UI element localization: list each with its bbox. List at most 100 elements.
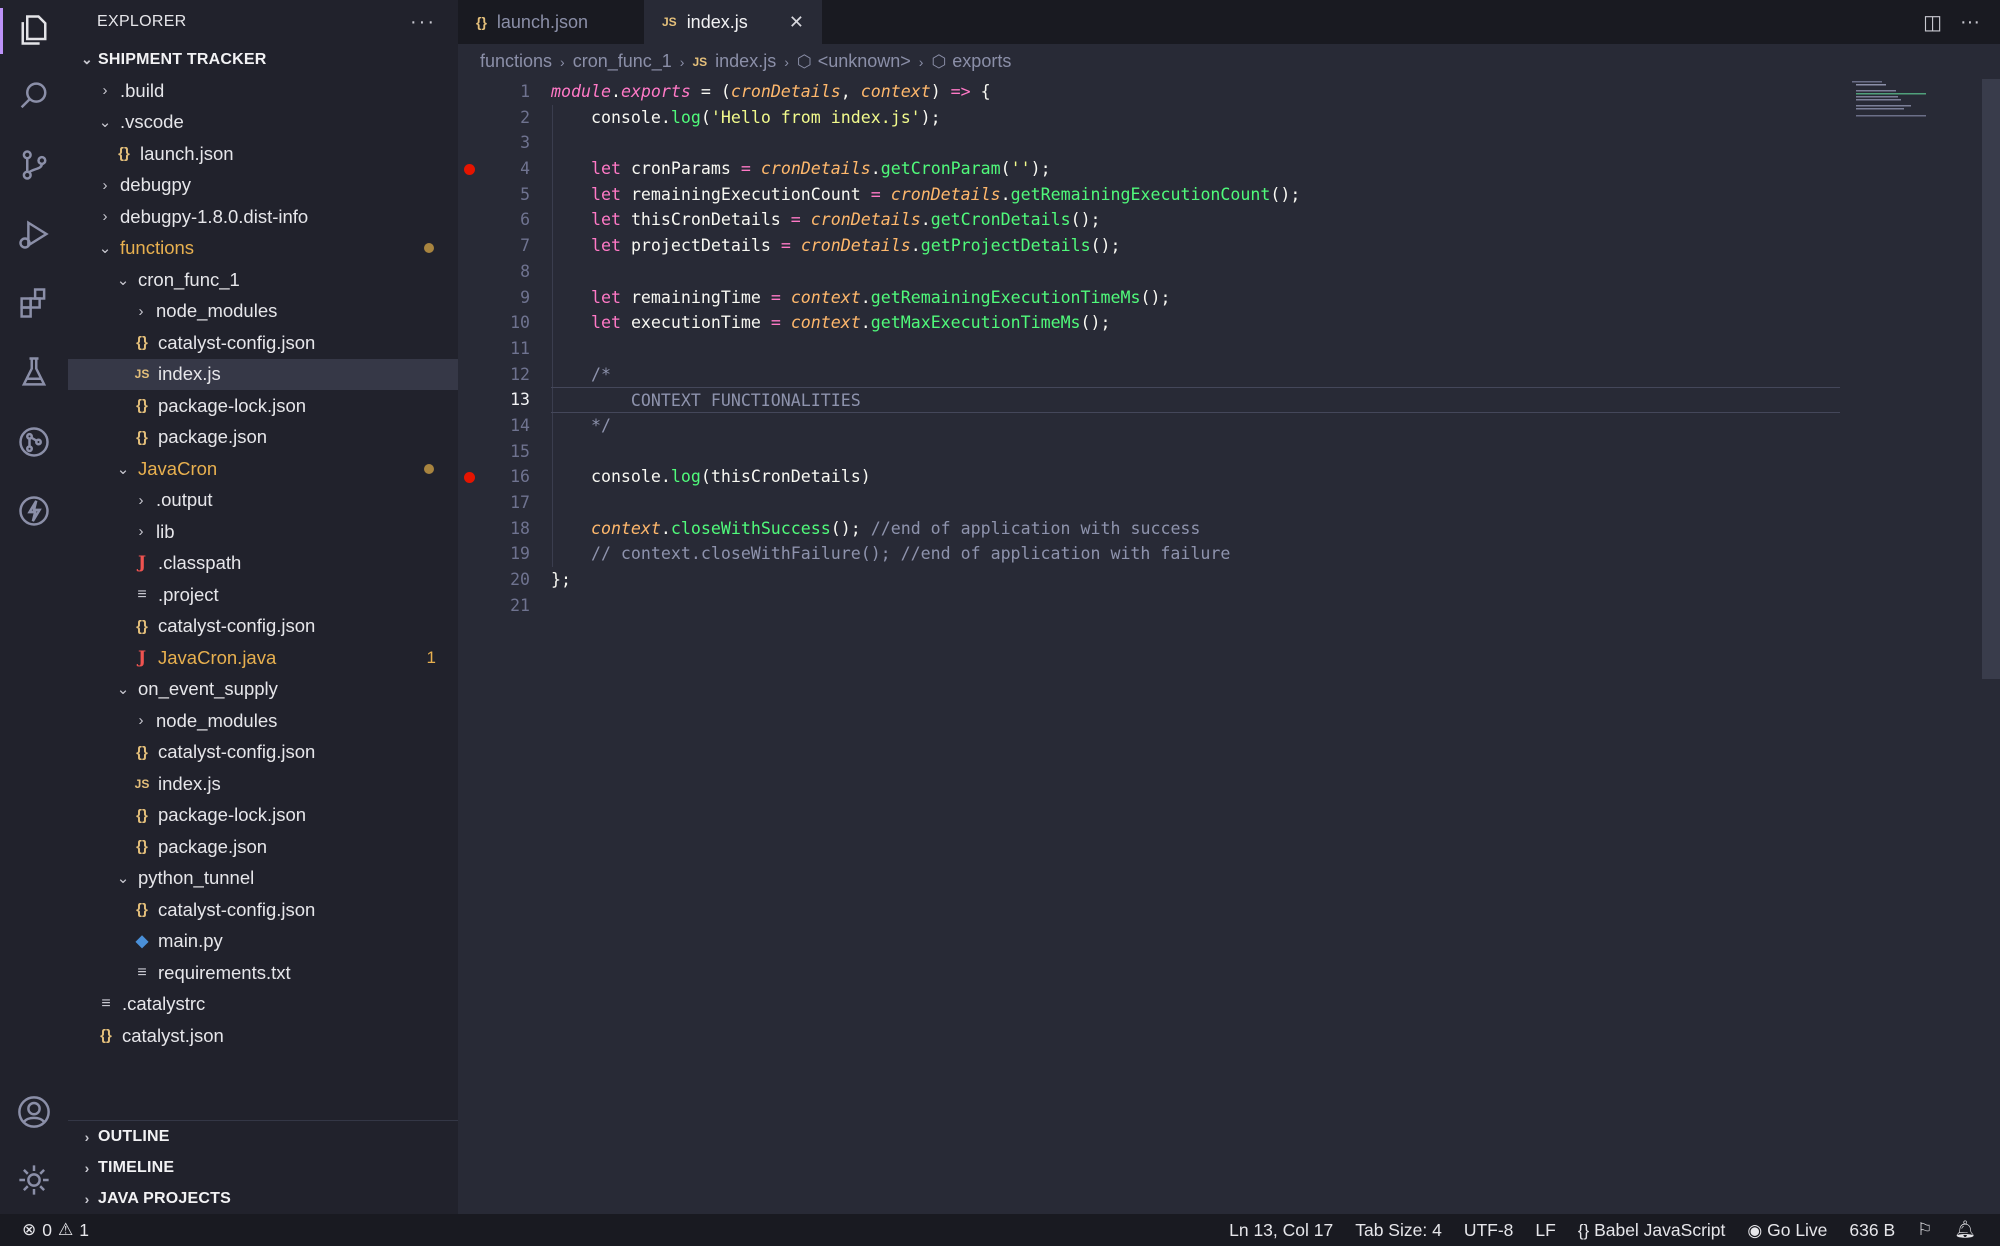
code-line[interactable]: */ xyxy=(551,412,1840,439)
file-item[interactable]: ≡ .catalystrc xyxy=(68,989,458,1021)
folder-item[interactable]: ⌄ .vscode xyxy=(68,107,458,139)
settings-gear-icon[interactable] xyxy=(14,1160,54,1200)
tab-launch-json[interactable]: {} launch.json xyxy=(458,0,644,44)
code-line[interactable] xyxy=(551,438,1840,465)
minimap[interactable] xyxy=(1850,79,1940,119)
file-item[interactable]: ≡ .project xyxy=(68,579,458,611)
code-line[interactable]: // context.closeWithFailure(); //end of … xyxy=(551,541,1840,568)
code-line[interactable]: context.closeWithSuccess(); //end of app… xyxy=(551,515,1840,542)
end-of-line[interactable]: LF xyxy=(1535,1220,1555,1241)
line-number[interactable]: 18 xyxy=(458,516,554,542)
code-area[interactable]: module.exports = (cronDetails, context) … xyxy=(551,79,1840,618)
code-line[interactable]: let projectDetails = cronDetails.getProj… xyxy=(551,233,1840,259)
feedback-icon[interactable]: ⚐ xyxy=(1917,1220,1932,1240)
folder-item[interactable]: › debugpy-1.8.0.dist-info xyxy=(68,201,458,233)
cursor-position[interactable]: Ln 13, Col 17 xyxy=(1229,1220,1333,1241)
code-line[interactable] xyxy=(551,593,1840,619)
tab-size[interactable]: Tab Size: 4 xyxy=(1355,1220,1442,1241)
folder-item[interactable]: › .output xyxy=(68,485,458,517)
file-item[interactable]: {} catalyst-config.json xyxy=(68,737,458,769)
code-editor[interactable]: 1 2 3 4 5 6 7 8 9 10 11 12 13 14 15 16 17 18 19 20 21 module… xyxy=(458,79,2000,1214)
folder-item[interactable]: ⌄ on_event_supply xyxy=(68,674,458,706)
line-number[interactable]: 21 xyxy=(458,593,554,619)
line-number-gutter[interactable]: 1 2 3 4 5 6 7 8 9 10 11 12 13 14 15 16 17 18 19 20 21 xyxy=(458,79,554,618)
search-icon[interactable] xyxy=(14,76,54,116)
collapsed-section-header[interactable]: › OUTLINE xyxy=(68,1121,458,1152)
file-item[interactable]: {} catalyst-config.json xyxy=(68,894,458,926)
git-graph-icon[interactable] xyxy=(14,422,54,462)
line-number[interactable]: 10 xyxy=(458,310,554,336)
close-icon[interactable]: ✕ xyxy=(789,12,804,33)
explorer-icon[interactable] xyxy=(14,10,54,50)
folder-item[interactable]: › node_modules xyxy=(68,705,458,737)
run-debug-icon[interactable] xyxy=(14,214,54,254)
file-item[interactable]: ◆ main.py xyxy=(68,926,458,958)
line-number[interactable]: 17 xyxy=(458,490,554,516)
line-number[interactable]: 5 xyxy=(458,182,554,208)
split-editor-icon[interactable]: ◫ xyxy=(1923,10,1942,35)
breadcrumb-item[interactable]: index.js xyxy=(715,51,776,72)
file-item[interactable]: {} package.json xyxy=(68,422,458,454)
folder-item[interactable]: › lib xyxy=(68,516,458,548)
line-number[interactable]: 11 xyxy=(458,336,554,362)
folder-item[interactable]: › .build xyxy=(68,75,458,107)
testing-icon[interactable] xyxy=(14,352,54,392)
line-number[interactable]: 20 xyxy=(458,567,554,593)
line-number[interactable]: 4 xyxy=(458,156,554,182)
line-number[interactable]: 1 xyxy=(458,79,554,105)
breakpoint-icon[interactable] xyxy=(464,472,475,484)
folder-item[interactable]: ⌄ cron_func_1 xyxy=(68,264,458,296)
extensions-icon[interactable] xyxy=(14,283,54,323)
code-line[interactable]: let executionTime = context.getMaxExecut… xyxy=(551,310,1840,336)
file-item[interactable]: {} catalyst-config.json xyxy=(68,611,458,643)
line-number[interactable]: 12 xyxy=(458,362,554,388)
source-control-icon[interactable] xyxy=(14,145,54,185)
breadcrumb-item[interactable]: cron_func_1 xyxy=(573,51,672,72)
folder-item[interactable]: › debugpy xyxy=(68,170,458,202)
bell-icon[interactable]: 🔔︎ xyxy=(1954,1220,1976,1240)
line-number[interactable]: 2 xyxy=(458,105,554,131)
line-number[interactable]: 15 xyxy=(458,439,554,465)
line-number[interactable]: 13 xyxy=(458,387,554,413)
line-number[interactable]: 3 xyxy=(458,130,554,156)
line-number[interactable]: 19 xyxy=(458,541,554,567)
file-item[interactable]: {} package-lock.json xyxy=(68,390,458,422)
file-item[interactable]: {} package.json xyxy=(68,831,458,863)
problems-indicator[interactable]: ⊗ 0 ⚠ 1 xyxy=(0,1220,89,1241)
line-number[interactable]: 16 xyxy=(458,464,554,490)
code-line[interactable] xyxy=(551,258,1840,285)
file-item[interactable]: JS index.js xyxy=(68,768,458,800)
file-item[interactable]: {} package-lock.json xyxy=(68,800,458,832)
folder-item[interactable]: ⌄ functions xyxy=(68,233,458,265)
code-line[interactable]: console.log('Hello from index.js'); xyxy=(551,104,1840,131)
language-mode[interactable]: {} Babel JavaScript xyxy=(1578,1220,1726,1241)
tab-index-js[interactable]: JS index.js ✕ xyxy=(644,0,822,44)
file-item[interactable]: ≡ requirements.txt xyxy=(68,957,458,989)
folder-item[interactable]: ⌄ JavaCron xyxy=(68,453,458,485)
catalyst-icon[interactable] xyxy=(14,491,54,531)
breadcrumb-item[interactable]: functions xyxy=(480,51,552,72)
folder-item[interactable]: ⌄ python_tunnel xyxy=(68,863,458,895)
code-line[interactable]: let remainingTime = context.getRemaining… xyxy=(551,284,1840,311)
code-line[interactable]: console.log(thisCronDetails) xyxy=(551,464,1840,490)
folder-item[interactable]: › node_modules xyxy=(68,296,458,328)
file-item[interactable]: {} catalyst-config.json xyxy=(68,327,458,359)
code-line[interactable]: let thisCronDetails = cronDetails.getCro… xyxy=(551,207,1840,234)
file-item[interactable]: J JavaCron.java 1 xyxy=(68,642,458,674)
collapsed-section-header[interactable]: › TIMELINE xyxy=(68,1152,458,1183)
line-number[interactable]: 6 xyxy=(458,207,554,233)
breadcrumb-item[interactable]: exports xyxy=(952,51,1011,72)
vertical-scrollbar[interactable] xyxy=(1982,79,2000,679)
file-item[interactable]: J .classpath xyxy=(68,548,458,580)
code-line[interactable]: /* xyxy=(551,361,1840,388)
code-line[interactable] xyxy=(551,490,1840,516)
file-item[interactable]: {} launch.json xyxy=(68,138,458,170)
workspace-section-header[interactable]: ⌄ SHIPMENT TRACKER xyxy=(68,44,458,75)
line-number[interactable]: 7 xyxy=(458,233,554,259)
code-line[interactable]: CONTEXT FUNCTIONALITIES xyxy=(551,387,1840,413)
code-line[interactable] xyxy=(551,335,1840,362)
code-line[interactable]: module.exports = (cronDetails, context) … xyxy=(551,79,1840,105)
account-icon[interactable] xyxy=(14,1092,54,1132)
file-item[interactable]: {} catalyst.json xyxy=(68,1020,458,1052)
breadcrumb-item[interactable]: <unknown> xyxy=(818,51,911,72)
